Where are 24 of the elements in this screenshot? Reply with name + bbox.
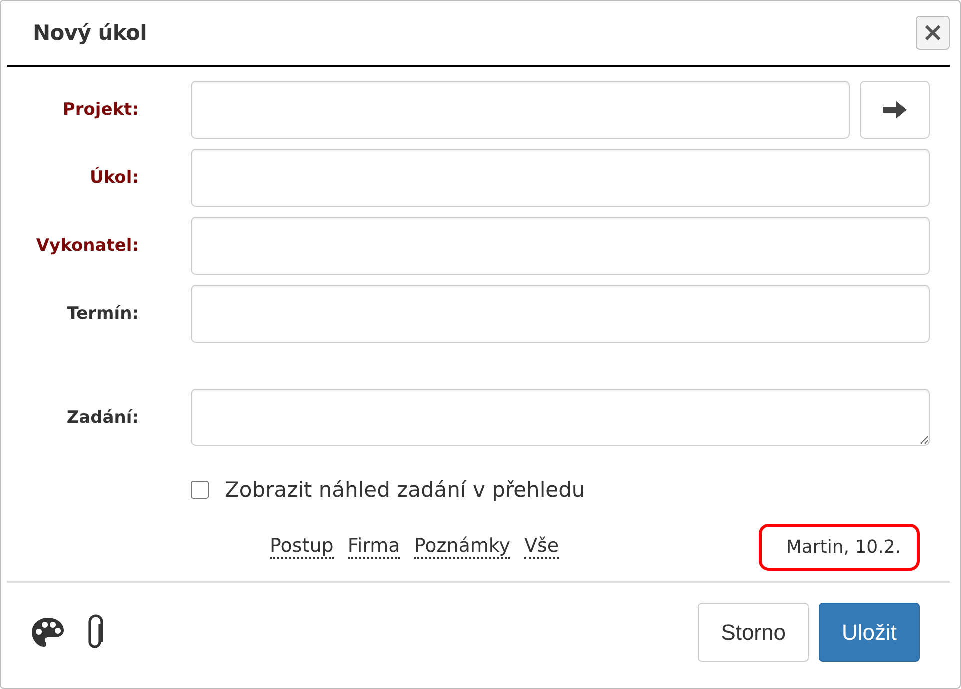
field-label: Zadání:	[66, 408, 139, 428]
tab-link[interactable]: Vše	[524, 536, 560, 559]
go-button[interactable]	[860, 81, 930, 139]
cancel-button[interactable]: Storno	[698, 603, 809, 662]
save-button[interactable]: Uložit	[818, 603, 920, 662]
field-label: Úkol:	[90, 168, 139, 188]
field-label: Vykonatel:	[36, 236, 139, 256]
field-label: Projekt:	[62, 100, 139, 120]
input-field[interactable]	[191, 81, 850, 139]
author-date: Martin, 10.2.	[759, 524, 920, 571]
checkbox-label: Zobrazit náhled zadání v přehledu	[225, 478, 586, 502]
input-field[interactable]	[191, 149, 930, 207]
tab-link[interactable]: Poznámky	[414, 536, 510, 559]
tab-link[interactable]: Postup	[270, 536, 334, 559]
field-label: Termín:	[67, 304, 139, 324]
palette-icon[interactable]	[31, 616, 65, 648]
input-field[interactable]	[191, 285, 930, 343]
text-area[interactable]	[191, 389, 930, 446]
tab-link[interactable]: Firma	[348, 536, 400, 559]
dialog-title: Nový úkol	[33, 21, 147, 45]
close-button[interactable]: ×	[916, 16, 950, 50]
checkbox[interactable]	[191, 481, 209, 499]
input-field[interactable]	[191, 217, 930, 275]
arrow-right-icon	[883, 100, 907, 120]
